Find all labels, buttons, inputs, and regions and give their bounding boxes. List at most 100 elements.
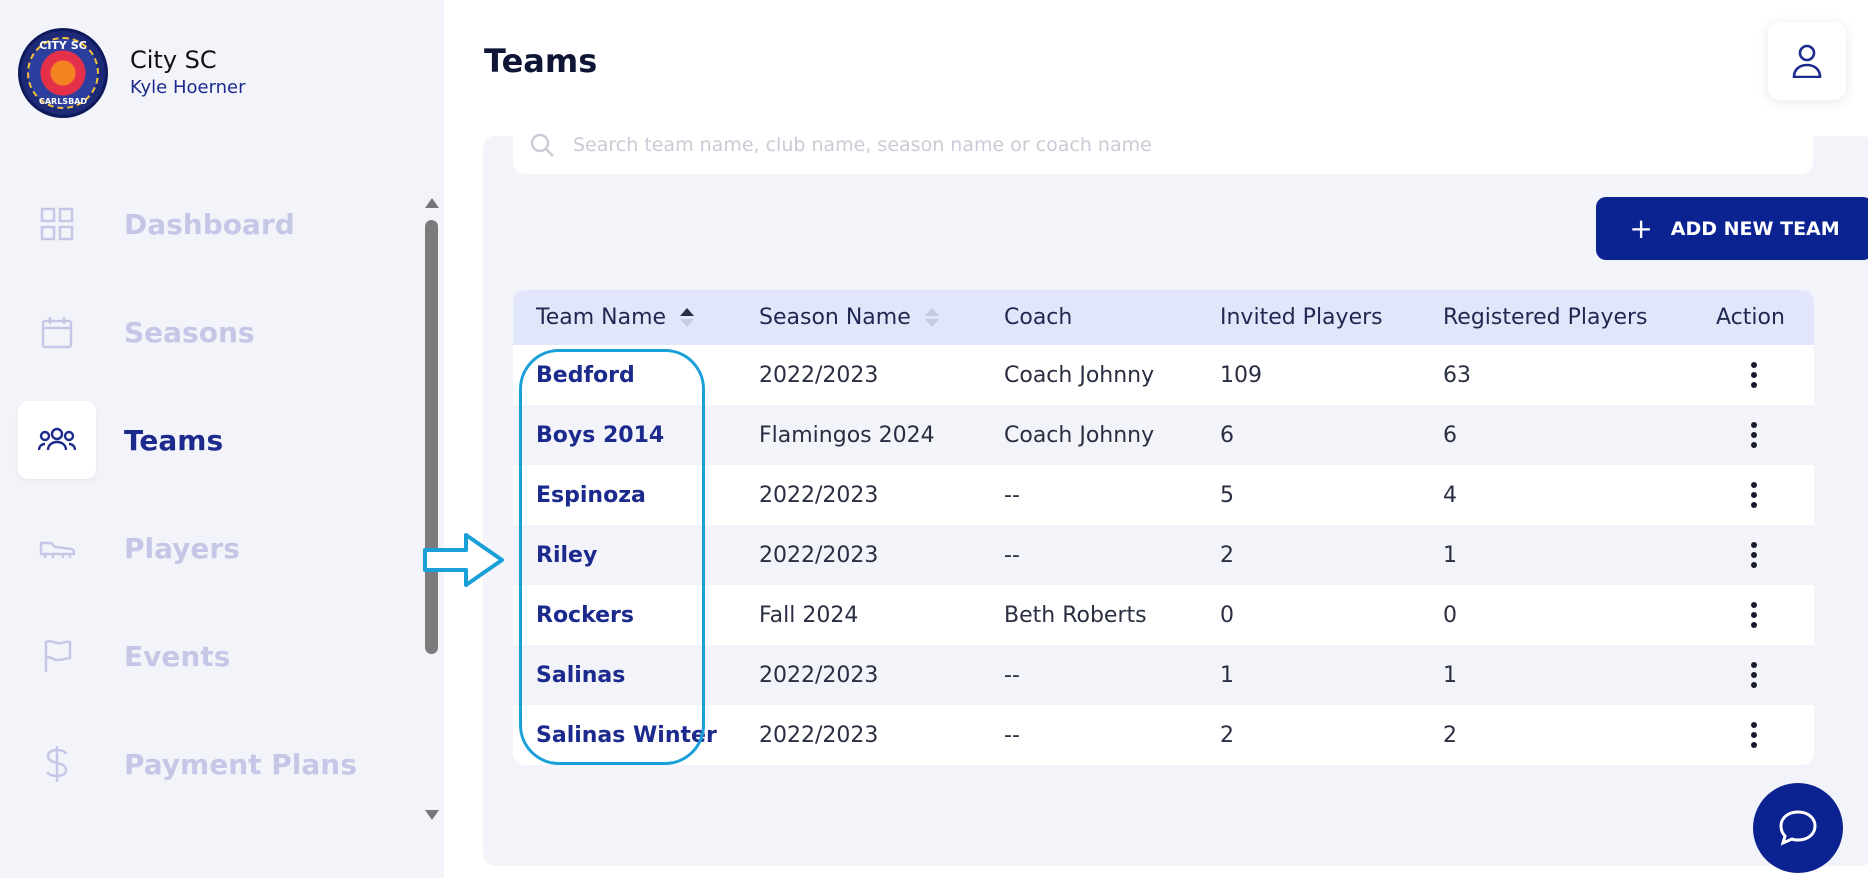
row-action-menu-button[interactable] <box>1693 540 1814 570</box>
coach-cell: Beth Roberts <box>1004 602 1147 628</box>
row-action-menu-button[interactable] <box>1693 600 1814 630</box>
invited-players-cell: 109 <box>1220 362 1262 388</box>
row-action-menu-button[interactable] <box>1693 360 1814 390</box>
scroll-down-arrow-icon[interactable] <box>425 810 439 820</box>
season-name-cell: 2022/2023 <box>759 722 879 748</box>
sidebar-nav: Dashboard Seasons Teams Players Events P… <box>18 185 418 833</box>
column-header-registered-players: Registered Players <box>1420 305 1693 330</box>
registered-players-cell: 0 <box>1443 602 1457 628</box>
sidebar-item-label: Payment Plans <box>124 747 357 781</box>
logo-bottom-text: CARLSBAD <box>38 97 87 106</box>
column-header-label: Invited Players <box>1220 305 1383 330</box>
invited-players-cell: 2 <box>1220 722 1234 748</box>
registered-players-cell: 4 <box>1443 482 1457 508</box>
scroll-up-arrow-icon[interactable] <box>425 198 439 208</box>
cleat-icon <box>18 509 96 587</box>
registered-players-cell: 1 <box>1443 542 1457 568</box>
coach-cell: -- <box>1004 722 1020 748</box>
coach-cell: Coach Johnny <box>1004 362 1155 388</box>
calendar-icon <box>18 293 96 371</box>
team-name-link[interactable]: Salinas <box>513 663 736 688</box>
column-header-invited-players: Invited Players <box>1197 305 1420 330</box>
invited-players-cell: 2 <box>1220 542 1234 568</box>
more-vertical-icon <box>1750 360 1757 390</box>
row-action-menu-button[interactable] <box>1693 420 1814 450</box>
team-name-link[interactable]: Boys 2014 <box>513 423 736 448</box>
more-vertical-icon <box>1750 720 1757 750</box>
logo-top-text: CITY SC <box>39 39 87 52</box>
registered-players-cell: 1 <box>1443 662 1457 688</box>
season-name-cell: 2022/2023 <box>759 542 879 568</box>
table-header: Team Name Season Name Coach Invited Play… <box>513 290 1814 345</box>
team-name-link[interactable]: Riley <box>513 543 736 568</box>
row-action-menu-button[interactable] <box>1693 720 1814 750</box>
invited-players-cell: 5 <box>1220 482 1234 508</box>
sidebar-item-teams[interactable]: Teams <box>18 401 418 479</box>
search-input[interactable] <box>573 134 1773 156</box>
sidebar-item-dashboard[interactable]: Dashboard <box>18 185 418 263</box>
table-row: Salinas 2022/2023 -- 1 1 <box>513 645 1814 705</box>
sidebar: CITY SC CARLSBAD City SC Kyle Hoerner Da… <box>0 0 444 878</box>
sidebar-scrollbar[interactable] <box>420 188 444 828</box>
club-name: City SC <box>130 46 217 74</box>
coach-cell: -- <box>1004 542 1020 568</box>
scroll-thumb[interactable] <box>425 220 438 654</box>
season-name-cell: Fall 2024 <box>759 602 859 628</box>
dollar-icon <box>18 725 96 803</box>
profile-button[interactable] <box>1768 22 1846 100</box>
table-row: Boys 2014 Flamingos 2024 Coach Johnny 6 … <box>513 405 1814 465</box>
registered-players-cell: 6 <box>1443 422 1457 448</box>
more-vertical-icon <box>1750 480 1757 510</box>
column-header-team-name[interactable]: Team Name <box>513 305 736 330</box>
season-name-cell: 2022/2023 <box>759 662 879 688</box>
table-row: Rockers Fall 2024 Beth Roberts 0 0 <box>513 585 1814 645</box>
search-icon <box>530 133 554 157</box>
coach-cell: Coach Johnny <box>1004 422 1155 448</box>
teams-panel: + ADD NEW TEAM Team Name Season Name Coa… <box>483 116 1868 866</box>
more-vertical-icon <box>1750 600 1757 630</box>
sidebar-item-seasons[interactable]: Seasons <box>18 293 418 371</box>
team-name-link[interactable]: Salinas Winter <box>513 723 736 748</box>
season-name-cell: 2022/2023 <box>759 482 879 508</box>
team-name-link[interactable]: Espinoza <box>513 483 736 508</box>
column-header-action: Action <box>1693 305 1814 330</box>
page-title: Teams <box>484 42 598 80</box>
season-name-cell: 2022/2023 <box>759 362 879 388</box>
column-header-label: Season Name <box>759 305 911 330</box>
column-header-label: Registered Players <box>1443 305 1648 330</box>
sidebar-item-payment-plans[interactable]: Payment Plans <box>18 725 418 803</box>
invited-players-cell: 0 <box>1220 602 1234 628</box>
plus-icon: + <box>1629 211 1653 245</box>
chat-bubble-icon <box>1779 810 1817 846</box>
column-header-label: Action <box>1716 305 1785 330</box>
column-header-label: Coach <box>1004 305 1073 330</box>
sidebar-item-events[interactable]: Events <box>18 617 418 695</box>
sidebar-item-label: Dashboard <box>124 207 295 241</box>
team-name-link[interactable]: Rockers <box>513 603 736 628</box>
registered-players-cell: 63 <box>1443 362 1471 388</box>
coach-cell: -- <box>1004 662 1020 688</box>
column-header-label: Team Name <box>536 305 667 330</box>
more-vertical-icon <box>1750 420 1757 450</box>
people-icon <box>18 401 96 479</box>
row-action-menu-button[interactable] <box>1693 480 1814 510</box>
team-name-link[interactable]: Bedford <box>513 363 736 388</box>
table-row: Espinoza 2022/2023 -- 5 4 <box>513 465 1814 525</box>
invited-players-cell: 1 <box>1220 662 1234 688</box>
brand: CITY SC CARLSBAD City SC Kyle Hoerner <box>18 28 246 118</box>
sidebar-item-label: Players <box>124 531 240 565</box>
invited-players-cell: 6 <box>1220 422 1234 448</box>
chat-support-button[interactable] <box>1753 783 1843 873</box>
more-vertical-icon <box>1750 660 1757 690</box>
user-name: Kyle Hoerner <box>130 77 246 98</box>
row-action-menu-button[interactable] <box>1693 660 1814 690</box>
season-name-cell: Flamingos 2024 <box>759 422 935 448</box>
add-new-team-button[interactable]: + ADD NEW TEAM <box>1596 197 1868 260</box>
table-row: Riley 2022/2023 -- 2 1 <box>513 525 1814 585</box>
grid-icon <box>18 185 96 263</box>
teams-table: Team Name Season Name Coach Invited Play… <box>513 290 1814 765</box>
table-row: Salinas Winter 2022/2023 -- 2 2 <box>513 705 1814 765</box>
main-content: Teams + ADD NEW TEAM Team Name Season Na… <box>444 0 1868 878</box>
sidebar-item-players[interactable]: Players <box>18 509 418 587</box>
column-header-season-name[interactable]: Season Name <box>736 305 981 330</box>
